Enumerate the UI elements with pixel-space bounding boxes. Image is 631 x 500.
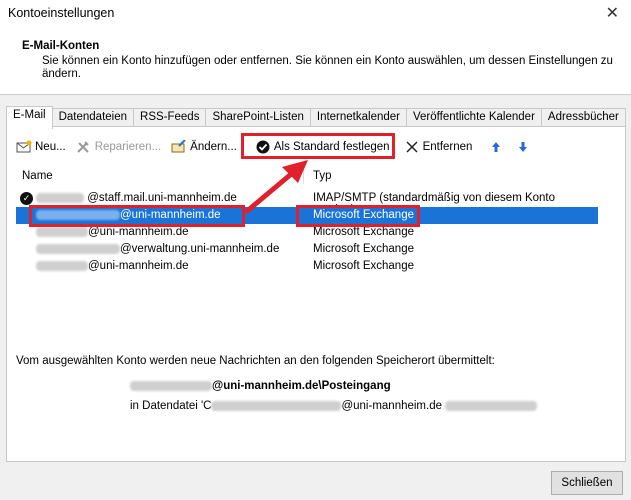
delivery-folder: @uni-mannheim.de\Posteingang <box>130 380 391 392</box>
tab-email[interactable]: E-Mail <box>6 106 53 129</box>
annotation-arrow <box>244 160 308 214</box>
redacted-path <box>211 400 342 411</box>
datafile-domain: @uni-mannheim.de <box>341 400 442 412</box>
close-button[interactable]: Schließen <box>551 471 623 495</box>
delivery-folder-text: @uni-mannheim.de\Posteingang <box>212 380 391 392</box>
redacted-path <box>445 400 538 411</box>
delivery-datafile: in Datendatei 'C @uni-mannheim.de <box>130 400 538 412</box>
delivery-info: Vom ausgewählten Konto werden neue Nachr… <box>16 355 495 367</box>
datafile-prefix: in Datendatei 'C <box>130 400 212 412</box>
redacted-username <box>130 380 212 391</box>
